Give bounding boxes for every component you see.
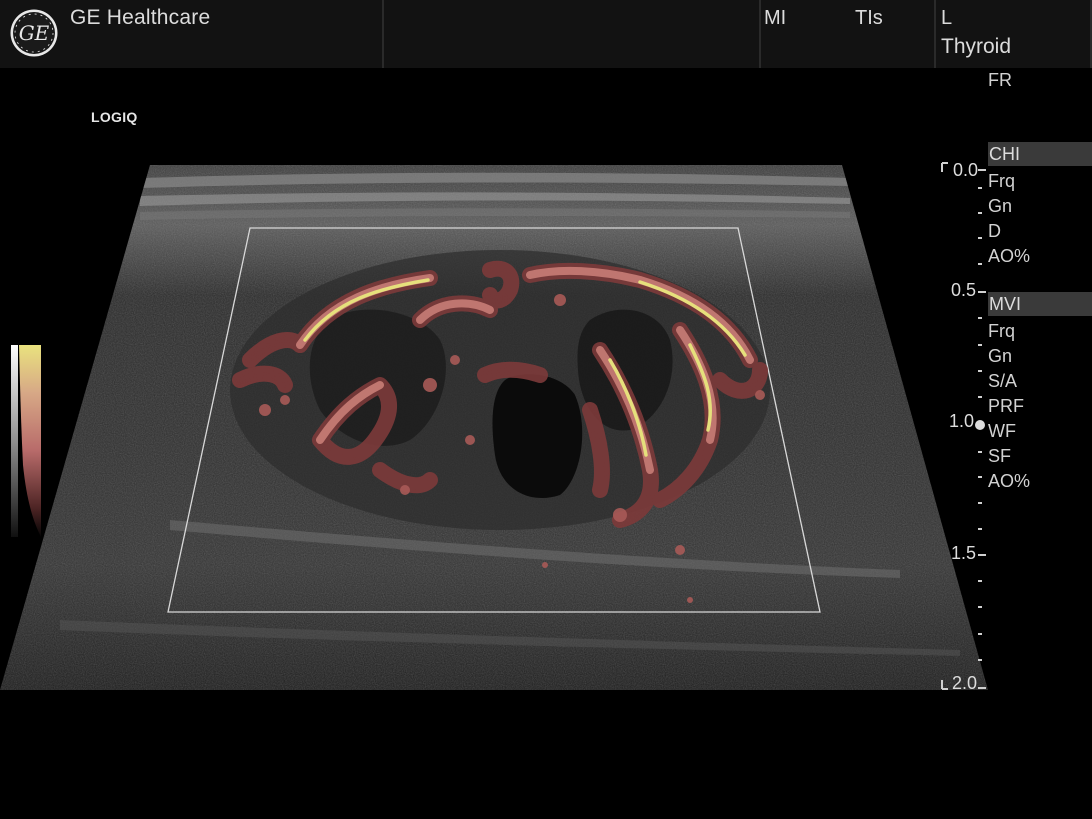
depth-label-1-5: 1.5 [950, 543, 976, 563]
system-label: LOGIQ [91, 109, 138, 125]
frame-rate-label: FR [988, 70, 1012, 90]
mvi-prf-label: PRF [988, 396, 1024, 416]
mechanical-index-label: MI [764, 7, 787, 29]
mvi-sf-label: SF [988, 446, 1012, 466]
mvi-wall-filter-label: WF [988, 421, 1016, 441]
chi-depth-label: D [988, 221, 1001, 241]
brand-name: GE Healthcare [70, 6, 211, 29]
ultrasound-image[interactable] [0, 0, 1092, 819]
depth-label-0-5: 0.5 [950, 280, 976, 300]
exam-preset-label[interactable]: Thyroid [941, 35, 1011, 59]
depth-label-2: 2.0 [951, 673, 977, 693]
chi-acoustic-output-label: AO% [988, 246, 1031, 266]
mvi-sa-label: S/A [988, 371, 1018, 391]
chi-panel-header[interactable]: CHI [988, 142, 1092, 166]
depth-label-0: 0.0 [952, 160, 978, 180]
header-index-cell [761, 0, 936, 68]
ge-monogram-icon: GE [10, 9, 58, 57]
probe-side-label: L [941, 7, 953, 29]
mvi-panel-header[interactable]: MVI [988, 292, 1092, 316]
depth-label-1: 1.0 [948, 411, 974, 431]
mvi-color-scale [11, 345, 41, 537]
svg-text:GE: GE [19, 21, 50, 45]
mvi-acoustic-output-label: AO% [988, 471, 1031, 491]
chi-frequency-label: Frq [988, 171, 1015, 191]
thermal-index-label: TIs [855, 7, 883, 29]
mvi-gain-label: Gn [988, 346, 1013, 366]
chi-gain-label: Gn [988, 196, 1013, 216]
header-empty-cell [384, 0, 761, 68]
mvi-frequency-label: Frq [988, 321, 1015, 341]
